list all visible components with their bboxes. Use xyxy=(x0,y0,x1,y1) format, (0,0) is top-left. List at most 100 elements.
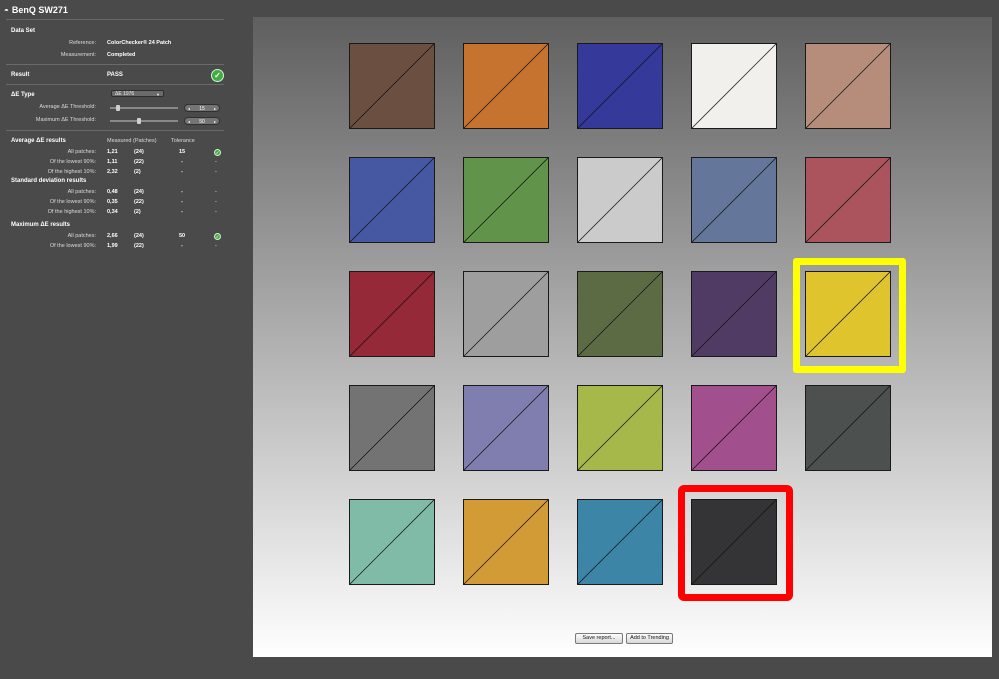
results-panel: ◓ BenQ SW271 Data Set Reference: ColorCh… xyxy=(0,0,228,679)
color-patch xyxy=(463,499,549,585)
color-patch xyxy=(463,43,549,129)
status-flag: - xyxy=(215,199,217,205)
tolerance-value: - xyxy=(181,169,183,175)
row-label: All patches: xyxy=(67,189,96,195)
row-label: All patches: xyxy=(67,149,96,155)
avg-threshold-value: 15 xyxy=(199,106,205,112)
checkmark-icon: ✓ xyxy=(214,149,221,156)
tolerance-value: - xyxy=(181,159,183,165)
reference-value: ColorChecker® 24 Patch xyxy=(107,40,172,46)
status-flag: - xyxy=(215,209,217,215)
eye-icon: ◓ xyxy=(4,5,9,15)
patch-count: (22) xyxy=(134,159,144,165)
patch-count: (24) xyxy=(134,189,144,195)
color-patch xyxy=(349,43,435,129)
divider xyxy=(6,19,224,20)
color-patch xyxy=(577,157,663,243)
de-type-select[interactable]: ΔE 1976 ▼ xyxy=(111,90,164,97)
reference-label: Reference: xyxy=(69,40,96,46)
chevron-left-icon[interactable]: ◂ xyxy=(188,118,190,126)
chevron-right-icon[interactable]: ▸ xyxy=(214,118,216,126)
color-patch xyxy=(463,157,549,243)
result-value: PASS xyxy=(107,72,123,78)
row-label: All patches: xyxy=(67,233,96,239)
color-patch xyxy=(463,385,549,471)
measured-value: 1,11 xyxy=(107,159,118,165)
status-flag: - xyxy=(215,189,217,195)
measurement-value: Completed xyxy=(107,52,136,58)
color-patch xyxy=(577,43,663,129)
avg-threshold-stepper[interactable]: ◂ 15 ▸ xyxy=(184,104,220,112)
avg-threshold-label: Average ΔE Threshold: xyxy=(39,104,96,110)
save-report-button[interactable]: Save report... xyxy=(575,633,623,644)
divider xyxy=(6,84,224,85)
highlight-frame-red xyxy=(678,485,793,601)
measured-value: 0,48 xyxy=(107,189,118,195)
row-label: Of the lowest 90%: xyxy=(49,159,96,165)
measured-value: 0,35 xyxy=(107,199,118,205)
checkmark-icon: ✓ xyxy=(214,233,221,240)
color-patch xyxy=(805,385,891,471)
chevron-right-icon[interactable]: ▸ xyxy=(214,105,216,113)
measured-value: 1,99 xyxy=(107,243,118,249)
color-patch xyxy=(805,157,891,243)
slider-handle[interactable] xyxy=(136,118,141,124)
max-threshold-stepper[interactable]: ◂ 50 ▸ xyxy=(184,117,220,125)
color-patch xyxy=(577,385,663,471)
tolerance-value: 15 xyxy=(179,149,186,155)
row-label: Of the highest 10%: xyxy=(47,209,96,215)
avg-threshold-slider[interactable] xyxy=(110,105,178,111)
measured-value: 2,32 xyxy=(107,169,118,175)
status-flag: - xyxy=(215,243,217,249)
patch-count: (24) xyxy=(134,233,144,239)
patch-count: (2) xyxy=(134,209,141,215)
app-title-text: BenQ SW271 xyxy=(11,5,68,15)
patch-count: (22) xyxy=(134,243,144,249)
color-patch xyxy=(805,43,891,129)
color-patch xyxy=(463,271,549,357)
slider-handle[interactable] xyxy=(116,105,121,111)
max-threshold-value: 50 xyxy=(199,119,205,125)
color-patch xyxy=(691,43,777,129)
column-header-measured: Measured (Patches) xyxy=(107,138,157,144)
app-title: ◓ BenQ SW271 xyxy=(4,5,68,15)
divider xyxy=(6,64,224,65)
measured-value: 2,66 xyxy=(107,233,118,239)
patch-count: (24) xyxy=(134,149,144,155)
section-heading: Standard deviation results xyxy=(11,178,87,184)
row-label: Of the highest 10%: xyxy=(47,169,96,175)
tolerance-value: - xyxy=(181,199,183,205)
section-heading: Maximum ΔE results xyxy=(11,222,70,228)
de-type-label: ΔE Type xyxy=(11,92,35,98)
color-patch xyxy=(349,157,435,243)
max-threshold-label: Maximum ΔE Threshold: xyxy=(35,117,96,123)
measured-value: 0,34 xyxy=(107,209,118,215)
column-header-tolerance: Tolerance xyxy=(171,138,195,144)
result-heading: Result xyxy=(11,72,30,78)
color-patch xyxy=(691,385,777,471)
color-patch xyxy=(349,271,435,357)
tolerance-value: - xyxy=(181,243,183,249)
color-patch xyxy=(691,157,777,243)
tolerance-value: - xyxy=(181,209,183,215)
color-patch xyxy=(577,271,663,357)
color-patch xyxy=(349,385,435,471)
color-patch xyxy=(691,271,777,357)
divider xyxy=(6,130,224,131)
chevron-left-icon[interactable]: ◂ xyxy=(188,105,190,113)
max-threshold-slider[interactable] xyxy=(110,118,178,124)
color-patch xyxy=(577,499,663,585)
patch-grid-area: Save report... Add to Trending xyxy=(253,17,992,657)
dataset-heading: Data Set xyxy=(11,28,36,34)
highlight-frame-yellow xyxy=(793,258,906,373)
row-label: Of the lowest 90%: xyxy=(49,243,96,249)
color-patch xyxy=(349,499,435,585)
checkmark-icon: ✓ xyxy=(211,69,224,82)
add-to-trending-button[interactable]: Add to Trending xyxy=(626,633,673,644)
patch-count: (2) xyxy=(134,169,141,175)
measured-value: 1,21 xyxy=(107,149,118,155)
tolerance-value: 50 xyxy=(179,233,186,239)
status-flag: - xyxy=(215,169,217,175)
status-flag: - xyxy=(215,159,217,165)
tolerance-value: - xyxy=(181,189,183,195)
